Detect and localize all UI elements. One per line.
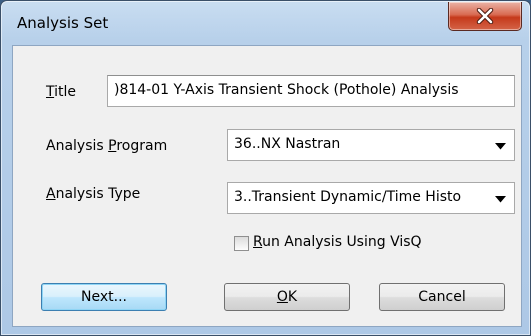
analysis-type-select[interactable]: 3..Transient Dynamic/Time Histo bbox=[227, 182, 515, 214]
analysis-program-select[interactable]: 36..NX Nastran bbox=[227, 129, 515, 161]
analysis-set-dialog: Analysis Set Title )814-01 Y-Axis Transi… bbox=[0, 0, 531, 336]
analysis-type-value: 3..Transient Dynamic/Time Histo bbox=[234, 189, 462, 205]
close-icon bbox=[476, 8, 494, 24]
dialog-body: Title )814-01 Y-Axis Transient Shock (Po… bbox=[12, 45, 522, 327]
title-label: Title bbox=[46, 84, 77, 100]
run-visq-label[interactable]: Run Analysis Using VisQ bbox=[253, 234, 422, 250]
title-input-value: )814-01 Y-Axis Transient Shock (Pothole)… bbox=[114, 82, 459, 98]
analysis-program-value: 36..NX Nastran bbox=[234, 136, 341, 152]
run-visq-checkbox[interactable] bbox=[234, 236, 249, 251]
analysis-program-label: Analysis Program bbox=[46, 138, 168, 154]
title-input[interactable]: )814-01 Y-Axis Transient Shock (Pothole)… bbox=[107, 75, 515, 107]
close-button[interactable] bbox=[448, 2, 522, 31]
analysis-type-label: Analysis Type bbox=[46, 186, 141, 202]
chevron-down-icon bbox=[495, 143, 506, 150]
chevron-down-icon bbox=[495, 196, 506, 203]
ok-button[interactable]: OK bbox=[224, 283, 350, 311]
dialog-title: Analysis Set bbox=[17, 14, 109, 32]
next-button[interactable]: Next... bbox=[41, 283, 167, 311]
cancel-button[interactable]: Cancel bbox=[379, 283, 505, 311]
